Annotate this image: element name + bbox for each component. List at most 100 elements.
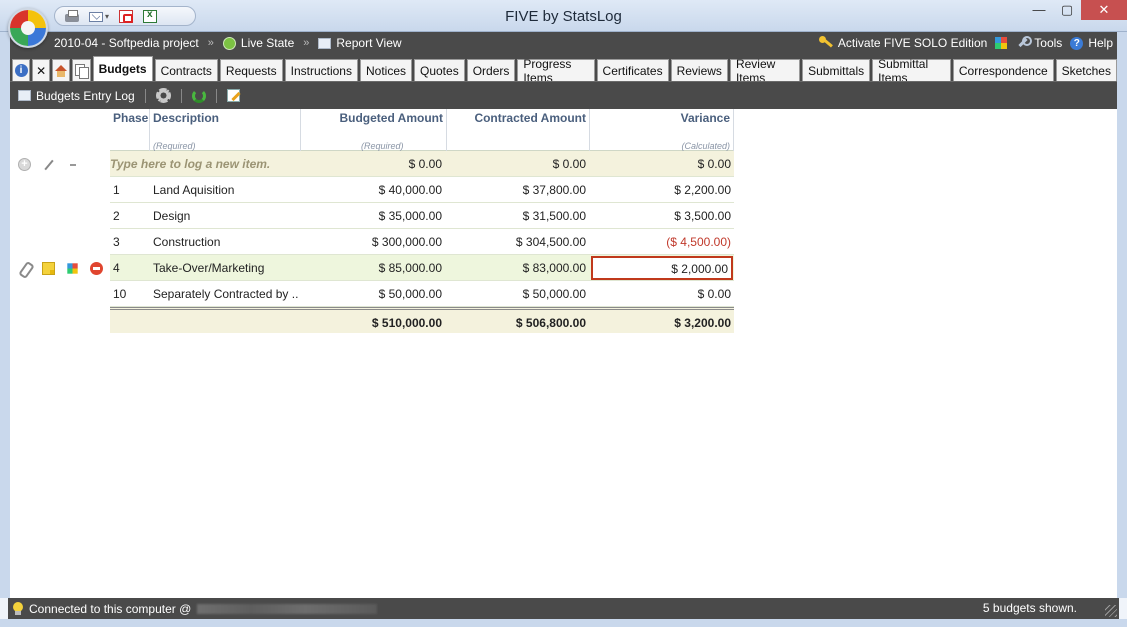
live-state-button[interactable]: Live State <box>222 36 294 50</box>
color-tag-icon[interactable] <box>67 262 78 274</box>
tab-sketches[interactable]: Sketches <box>1055 59 1117 81</box>
new-item-input[interactable]: Type here to log a new item. <box>110 151 300 177</box>
app-logo-icon[interactable] <box>8 8 48 48</box>
cell-variance: $ 0.00 <box>697 287 731 301</box>
edit-icon[interactable] <box>226 89 240 102</box>
cell-phase[interactable]: 1 <box>113 177 149 203</box>
report-view-button[interactable]: Report View <box>318 36 402 50</box>
selected-row-actions <box>10 255 110 281</box>
cell-description[interactable]: Land Aquisition <box>153 177 298 203</box>
window-frame-left <box>0 32 10 598</box>
cell-phase[interactable]: 2 <box>113 203 149 229</box>
tab-quotes[interactable]: Quotes <box>414 59 465 81</box>
total-budgeted: $ 510,000.00 <box>371 316 442 330</box>
tab-contracts[interactable]: Contracts <box>154 59 218 81</box>
window-frame-bottom <box>0 619 1127 627</box>
gear-icon[interactable] <box>155 88 171 103</box>
required-note: (Required) <box>153 141 196 151</box>
attachment-icon[interactable] <box>18 262 31 275</box>
header-budgeted[interactable]: Budgeted Amount (Required) <box>301 109 447 151</box>
tab-close[interactable]: ✕ <box>32 59 51 81</box>
cell-contracted[interactable]: $ 0.00 <box>446 151 588 177</box>
tab-notices[interactable]: Notices <box>359 59 412 81</box>
cell-budgeted[interactable]: $ 300,000.00 <box>300 229 444 255</box>
cell-description[interactable]: Design <box>153 203 298 229</box>
activate-solo-button[interactable]: Activate FIVE SOLO Edition <box>818 36 987 50</box>
cell-variance-focused[interactable]: $ 2,000.00 <box>591 256 733 280</box>
totals-row: $ 510,000.00 $ 506,800.00 $ 3,200.00 <box>110 307 734 333</box>
budgets-grid-area: + Phase Description (Required) Budgeted … <box>10 109 1117 598</box>
table-row-selected[interactable]: 4 Take-Over/Marketing $ 85,000.00 $ 83,0… <box>110 255 734 281</box>
cell-description[interactable]: Construction <box>153 229 298 255</box>
add-icon[interactable]: + <box>18 157 31 171</box>
entry-log-button[interactable]: Budgets Entry Log <box>18 89 135 103</box>
toolbar-divider <box>215 88 217 103</box>
redacted-address <box>197 603 378 614</box>
cell-contracted[interactable]: $ 304,500.00 <box>446 229 588 255</box>
maximize-button[interactable]: ▢ <box>1053 0 1081 20</box>
apps-grid-icon[interactable] <box>995 37 1008 49</box>
info-icon: i <box>14 64 28 77</box>
tab-requests[interactable]: Requests <box>219 59 283 81</box>
tab-reviews[interactable]: Reviews <box>670 59 728 81</box>
report-view-label: Report View <box>336 36 402 50</box>
cell-description[interactable]: Take-Over/Marketing <box>153 255 298 281</box>
tab-correspondence[interactable]: Correspondence <box>952 59 1054 81</box>
table-row[interactable]: 10 Separately Contracted by ... $ 50,000… <box>110 281 734 307</box>
module-tab-bar: i ✕ Budgets Contracts Requests Instructi… <box>10 54 1117 85</box>
resize-grip-icon[interactable] <box>1105 605 1117 617</box>
close-icon: ✕ <box>36 63 47 78</box>
tools-button[interactable]: Tools <box>1015 36 1062 50</box>
cell-contracted[interactable]: $ 31,500.00 <box>446 203 588 229</box>
refresh-icon[interactable] <box>191 88 206 103</box>
tab-home[interactable] <box>52 59 71 81</box>
header-description-label: Description <box>153 111 220 125</box>
tab-progress-items[interactable]: Progress Items <box>517 57 595 85</box>
key-icon <box>818 36 833 50</box>
cell-budgeted[interactable]: $ 40,000.00 <box>300 177 444 203</box>
window-frame-right <box>1117 32 1127 598</box>
tab-documents[interactable] <box>72 59 91 81</box>
cell-contracted[interactable]: $ 37,800.00 <box>446 177 588 203</box>
tab-instructions[interactable]: Instructions <box>284 59 358 81</box>
table-row[interactable]: 3 Construction $ 300,000.00 $ 304,500.00… <box>110 229 734 255</box>
record-count: 5 budgets shown. <box>982 601 1077 615</box>
cell-phase[interactable]: 4 <box>113 255 149 281</box>
cell-budgeted[interactable]: $ 35,000.00 <box>300 203 444 229</box>
table-row[interactable]: 2 Design $ 35,000.00 $ 31,500.00 $ 3,500… <box>110 203 734 229</box>
tab-certificates[interactable]: Certificates <box>596 59 669 81</box>
header-contracted[interactable]: Contracted Amount <box>447 109 590 151</box>
tab-info[interactable]: i <box>12 59 31 81</box>
cell-description[interactable]: Separately Contracted by ... <box>153 281 298 307</box>
cell-budgeted[interactable]: $ 85,000.00 <box>300 255 444 281</box>
tab-submittals[interactable]: Submittals <box>802 59 871 81</box>
tab-budgets[interactable]: Budgets <box>92 56 153 81</box>
total-variance: $ 3,200.00 <box>674 316 731 330</box>
tab-submittal-items[interactable]: Submittal Items <box>872 57 951 85</box>
cell-phase[interactable]: 10 <box>113 281 149 307</box>
cell-budgeted[interactable]: $ 50,000.00 <box>300 281 444 307</box>
header-description[interactable]: Description (Required) <box>150 109 301 151</box>
header-phase[interactable]: Phase <box>113 109 150 151</box>
cell-contracted[interactable]: $ 50,000.00 <box>446 281 588 307</box>
project-name[interactable]: 2010-04 - Softpedia project <box>54 36 199 50</box>
new-item-row[interactable]: Type here to log a new item. $ 0.00 $ 0.… <box>110 151 734 177</box>
cell-phase[interactable]: 3 <box>113 229 149 255</box>
tab-orders[interactable]: Orders <box>466 59 516 81</box>
minimize-button[interactable]: — <box>1025 0 1053 20</box>
close-window-button[interactable]: ✕ <box>1081 0 1127 20</box>
cell-budgeted[interactable]: $ 0.00 <box>300 151 444 177</box>
collapse-icon[interactable] <box>66 158 79 171</box>
live-state-icon <box>222 36 236 50</box>
new-row-actions: + <box>10 151 110 177</box>
note-icon[interactable] <box>42 261 55 275</box>
help-button[interactable]: ? Help <box>1070 36 1113 50</box>
table-row[interactable]: 1 Land Aquisition $ 40,000.00 $ 37,800.0… <box>110 177 734 203</box>
tab-review-items[interactable]: Review Items <box>729 57 801 85</box>
cell-contracted[interactable]: $ 83,000.00 <box>446 255 588 281</box>
header-variance[interactable]: Variance (Calculated) <box>590 109 734 151</box>
wand-icon[interactable] <box>42 158 55 171</box>
entry-log-icon <box>18 90 31 101</box>
delete-icon[interactable] <box>90 261 103 275</box>
status-bar: Connected to this computer @ 5 budgets s… <box>8 598 1119 619</box>
